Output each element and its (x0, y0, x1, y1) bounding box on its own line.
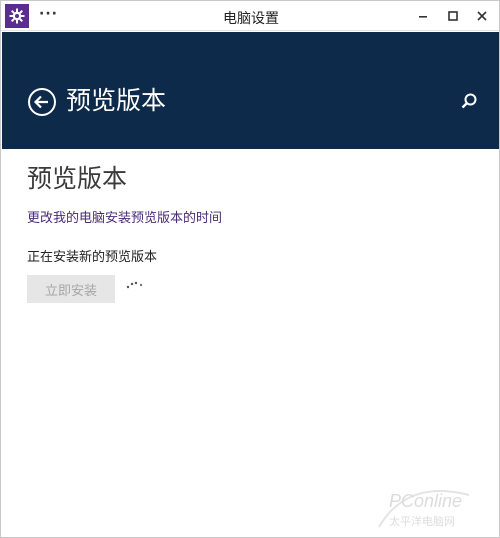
search-icon[interactable] (460, 92, 478, 110)
header-band: 预览版本 (2, 32, 499, 149)
back-arrow-icon[interactable] (27, 87, 57, 117)
install-now-button[interactable]: 立即安装 (27, 275, 115, 303)
settings-window: ··· 电脑设置 预览版本 预览版本 更改我的电脑安装预览版本的时间 正在安装新… (0, 0, 500, 538)
page-title: 预览版本 (27, 164, 128, 193)
pconline-watermark-logo: PConline 太平洋电脑网 (378, 490, 470, 528)
maximize-icon[interactable] (442, 5, 464, 27)
close-icon[interactable] (471, 5, 493, 27)
install-status-text: 正在安装新的预览版本 (27, 250, 158, 265)
svg-text:太平洋电脑网: 太平洋电脑网 (389, 514, 455, 528)
title-bar: ··· 电脑设置 (1, 1, 499, 31)
header-title: 预览版本 (66, 86, 167, 115)
change-install-time-link[interactable]: 更改我的电脑安装预览版本的时间 (27, 210, 222, 228)
loading-spinner-icon (126, 281, 143, 289)
minimize-icon[interactable] (412, 5, 434, 27)
svg-text:PConline: PConline (389, 491, 462, 511)
